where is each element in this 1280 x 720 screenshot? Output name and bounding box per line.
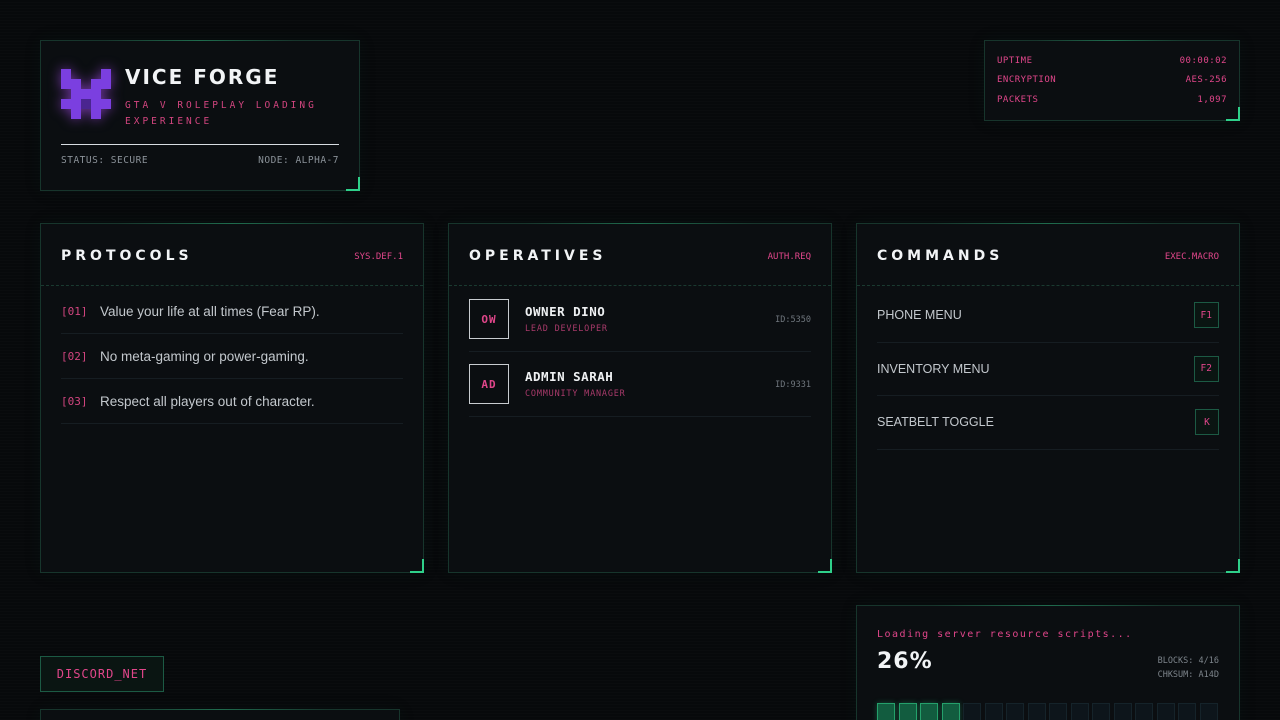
divider (61, 144, 339, 145)
protocol-list: [01] Value your life at all times (Fear … (61, 289, 403, 424)
progress-block (984, 703, 1003, 720)
brand-panel: VICE FORGE GTA V ROLEPLAY LOADING EXPERI… (40, 40, 360, 191)
operative-id: ID:5350 (775, 315, 811, 325)
progress-block (1156, 703, 1175, 720)
panel-header: COMMANDS EXEC.MACRO (857, 224, 1239, 286)
panel-title: OPERATIVES (469, 248, 607, 264)
rule-number: [02] (61, 349, 88, 363)
progress-block (920, 703, 938, 720)
progress-block (963, 703, 981, 720)
command-item: SEATBELT TOGGLE K (877, 396, 1219, 450)
progress-block (1135, 703, 1153, 720)
stats-panel: UPTIME 00:00:02 ENCRYPTION AES-256 PACKE… (984, 40, 1240, 121)
keybind-badge: K (1195, 409, 1219, 436)
command-item: INVENTORY MENU F2 (877, 343, 1219, 396)
panel-tag: EXEC.MACRO (1164, 252, 1219, 262)
command-list: PHONE MENU F1 INVENTORY MENU F2 SEATBELT… (877, 289, 1219, 450)
stat-label: UPTIME (997, 55, 1033, 66)
progress-block (1199, 703, 1218, 720)
loading-panel: Loading server resource scripts... 26% B… (856, 605, 1240, 720)
rule-text: Respect all players out of character. (100, 393, 315, 409)
corner-accent (410, 559, 424, 573)
panel-header: OPERATIVES AUTH.REQ (449, 224, 831, 286)
stat-label: ENCRYPTION (997, 75, 1057, 86)
command-label: SEATBELT TOGGLE (877, 415, 994, 430)
keybind-badge: F2 (1193, 355, 1219, 382)
progress-block (898, 703, 917, 720)
progress-block (1049, 703, 1067, 720)
progress-block (1070, 703, 1089, 720)
panel-title: PROTOCOLS (61, 248, 193, 264)
blocks-label: BLOCKS: 4/16 (1157, 656, 1219, 666)
stat-label: PACKETS (997, 94, 1039, 105)
command-label: PHONE MENU (877, 308, 962, 323)
operative-name: ADMIN SARAH (525, 369, 614, 384)
rule-number: [01] (61, 304, 88, 318)
operative-item: OW OWNER DINO LEAD DEVELOPER ID:5350 (469, 287, 811, 352)
panel-tag: SYS.DEF.1 (354, 252, 403, 262)
corner-accent (818, 559, 832, 573)
progress-block (1027, 703, 1046, 720)
progress-block (877, 703, 895, 720)
discord-button[interactable]: DISCORD_NET (40, 656, 164, 692)
checksum-label: CHKSUM: A14D (1157, 670, 1219, 680)
list-item: [02] No meta-gaming or power-gaming. (61, 334, 403, 379)
operative-role: LEAD DEVELOPER (525, 324, 608, 334)
corner-accent (1226, 107, 1240, 121)
progress-block (1113, 703, 1132, 720)
panel-tag: AUTH.REQ (767, 252, 811, 262)
operatives-panel: OPERATIVES AUTH.REQ OW OWNER DINO LEAD D… (448, 223, 832, 573)
operative-role: COMMUNITY MANAGER (525, 389, 626, 399)
list-item: [03] Respect all players out of characte… (61, 379, 403, 424)
brand-title: VICE FORGE (125, 65, 280, 89)
panel-header: PROTOCOLS SYS.DEF.1 (41, 224, 423, 286)
progress-block (1092, 703, 1110, 720)
keybind-badge: F1 (1193, 302, 1219, 329)
stat-row-uptime: UPTIME 00:00:02 (997, 51, 1227, 71)
corner-accent (346, 177, 360, 191)
avatar: AD (469, 364, 509, 404)
status-label: STATUS: SECURE (61, 155, 149, 166)
loading-meta: BLOCKS: 4/16 CHKSUM: A14D (1158, 654, 1219, 682)
stat-row-encryption: ENCRYPTION AES-256 (997, 71, 1227, 91)
list-item: [01] Value your life at all times (Fear … (61, 289, 403, 334)
panel-title: COMMANDS (877, 248, 1004, 264)
rule-text: Value your life at all times (Fear RP). (100, 303, 320, 319)
corner-accent (1226, 559, 1240, 573)
progress-blocks (877, 703, 1218, 720)
progress-block (1006, 703, 1024, 720)
rule-number: [03] (61, 394, 88, 408)
operative-name: OWNER DINO (525, 304, 606, 319)
operative-item: AD ADMIN SARAH COMMUNITY MANAGER ID:9331 (469, 352, 811, 417)
progress-block (1178, 703, 1196, 720)
progress-block (941, 703, 960, 720)
bottom-panel (40, 709, 400, 720)
command-label: INVENTORY MENU (877, 361, 990, 376)
stat-value: 00:00:02 (1179, 55, 1227, 66)
operative-list: OW OWNER DINO LEAD DEVELOPER ID:5350 AD … (469, 287, 811, 417)
avatar: OW (469, 299, 509, 339)
stat-value: 1,097 (1197, 94, 1227, 105)
stat-row-packets: PACKETS 1,097 (997, 90, 1227, 110)
loading-percent: 26% (877, 649, 933, 674)
protocols-panel: PROTOCOLS SYS.DEF.1 [01] Value your life… (40, 223, 424, 573)
commands-panel: COMMANDS EXEC.MACRO PHONE MENU F1 INVENT… (856, 223, 1240, 573)
rule-text: No meta-gaming or power-gaming. (100, 348, 309, 364)
brand-subtitle: GTA V ROLEPLAY LOADING EXPERIENCE (125, 100, 317, 127)
loading-status: Loading server resource scripts... (877, 629, 1133, 640)
operative-id: ID:9331 (775, 380, 811, 390)
command-item: PHONE MENU F1 (877, 289, 1219, 343)
stat-value: AES-256 (1185, 75, 1227, 86)
pixel-x-logo-icon (61, 69, 111, 119)
node-label: NODE: ALPHA-7 (258, 155, 339, 166)
